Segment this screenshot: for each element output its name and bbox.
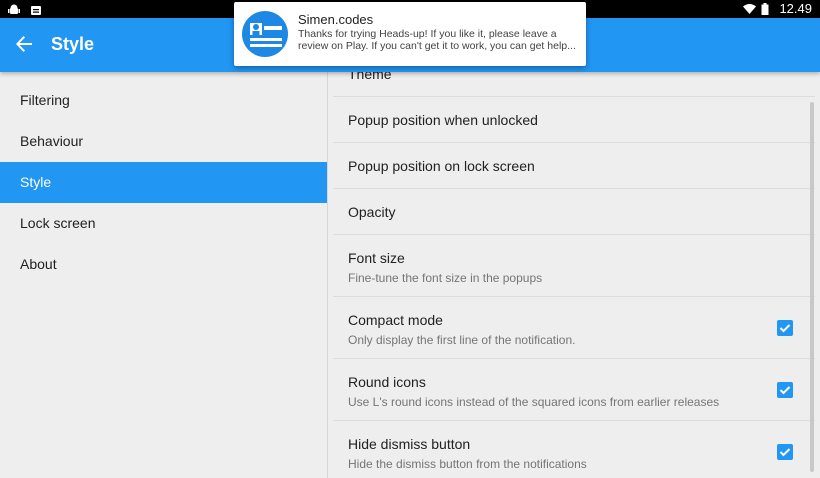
notification-app-icon [30, 3, 42, 15]
pref-popup-position-lock-screen[interactable]: Popup position on lock screen [333, 143, 815, 189]
back-button[interactable] [10, 32, 38, 60]
pref-title: Theme [348, 72, 392, 82]
pref-round-icons[interactable]: Round icons Use L's round icons instead … [333, 359, 815, 421]
status-bar-time: 12.49 [779, 1, 812, 16]
heads-up-app-icon [242, 11, 288, 57]
pref-font-size[interactable]: Font size Fine-tune the font size in the… [333, 235, 815, 297]
pref-summary: Fine-tune the font size in the popups [348, 271, 543, 285]
notification-text: Thanks for trying Heads-up! If you like … [298, 28, 578, 52]
pref-summary: Only display the first line of the notif… [348, 333, 576, 347]
nav-item-filtering[interactable]: Filtering [0, 80, 327, 121]
pref-title: Font size [348, 250, 405, 266]
notification-title: Simen.codes [298, 12, 374, 27]
pref-title: Opacity [348, 204, 396, 220]
pref-title: Hide dismiss button [348, 436, 471, 452]
pref-title: Round icons [348, 374, 426, 390]
check-icon [779, 448, 791, 457]
status-bar-right: 12.49 [743, 1, 812, 16]
wifi-icon [743, 3, 757, 15]
notification-text-line-1: Thanks for trying Heads-up! If you like … [298, 28, 557, 40]
android-icon [8, 3, 20, 15]
nav-item-lock-screen[interactable]: Lock screen [0, 203, 327, 244]
pref-summary: Use L's round icons instead of the squar… [348, 395, 720, 409]
pref-opacity[interactable]: Opacity [333, 189, 815, 235]
hide-dismiss-button-checkbox[interactable] [777, 444, 793, 460]
check-icon [779, 386, 791, 395]
check-icon [779, 324, 791, 333]
pref-title: Popup position on lock screen [348, 158, 535, 174]
settings-list: Theme Popup position when unlocked Popup… [333, 72, 815, 478]
pref-compact-mode[interactable]: Compact mode Only display the first line… [333, 297, 815, 359]
settings-nav: Filtering Behaviour Style Lock screen Ab… [0, 72, 328, 478]
nav-item-style[interactable]: Style [0, 162, 327, 203]
pref-title: Compact mode [348, 312, 443, 328]
scrollbar[interactable] [810, 102, 814, 472]
round-icons-checkbox[interactable] [777, 382, 793, 398]
pref-summary: Hide the dismiss button from the notific… [348, 457, 587, 471]
nav-item-about[interactable]: About [0, 244, 327, 285]
status-bar-left-icons [8, 3, 42, 15]
heads-up-notification[interactable]: Simen.codes Thanks for trying Heads-up! … [234, 2, 586, 66]
compact-mode-checkbox[interactable] [777, 320, 793, 336]
arrow-back-icon [15, 35, 33, 58]
page-title: Style [51, 34, 95, 54]
battery-icon [761, 2, 773, 15]
pref-hide-dismiss-button[interactable]: Hide dismiss button Hide the dismiss but… [333, 421, 815, 478]
pref-popup-position-unlocked[interactable]: Popup position when unlocked [333, 97, 815, 143]
pref-theme[interactable]: Theme [333, 72, 815, 97]
pref-title: Popup position when unlocked [348, 112, 538, 128]
nav-item-behaviour[interactable]: Behaviour [0, 121, 327, 162]
notification-text-line-2: review on Play. If you can't get it to w… [298, 40, 576, 52]
